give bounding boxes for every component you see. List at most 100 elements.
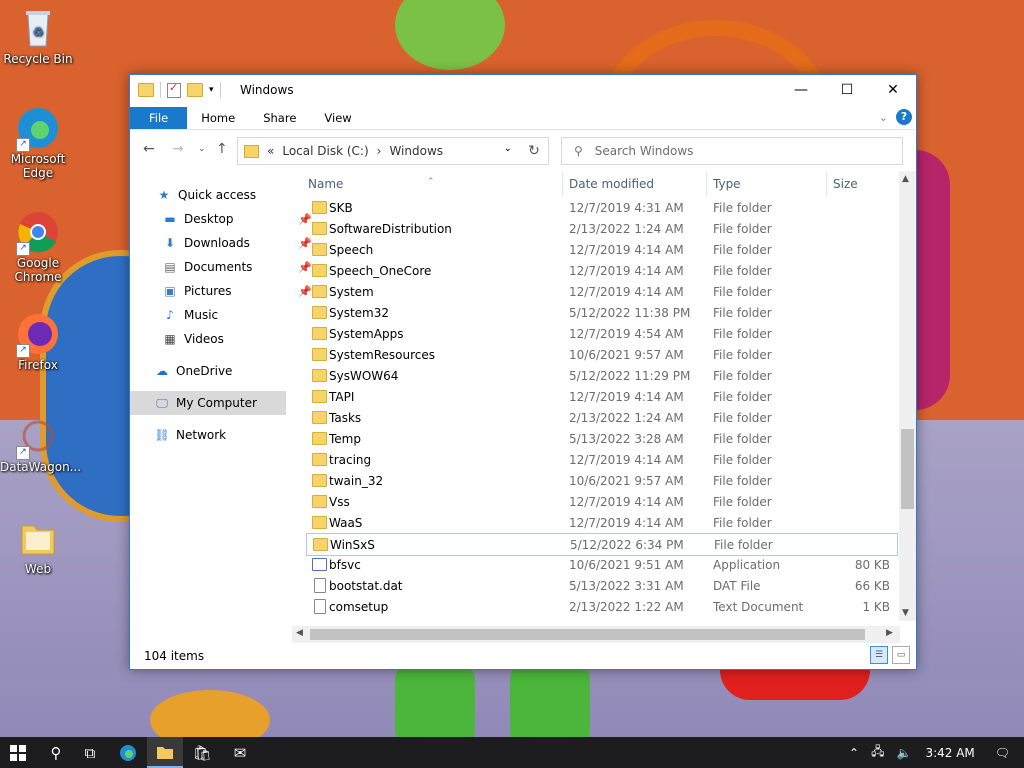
shortcut-arrow-icon: ↗: [16, 446, 30, 460]
folder-icon: [244, 144, 259, 158]
minimize-button[interactable]: —: [778, 75, 824, 105]
breadcrumb-local-disk[interactable]: Local Disk (C:): [282, 144, 368, 158]
table-row[interactable]: SystemApps 12/7/2019 4:54 AM File folder: [306, 323, 896, 344]
wallpaper-robot-head: [395, 0, 505, 70]
table-row[interactable]: Tasks 2/13/2022 1:24 AM File folder: [306, 407, 896, 428]
maximize-button[interactable]: ☐: [824, 75, 870, 105]
details-view-icon[interactable]: ☰: [870, 646, 888, 664]
scroll-right-icon[interactable]: ▶: [886, 628, 893, 638]
desktop-icon-chrome[interactable]: ↗ Google Chrome: [0, 210, 76, 284]
desktop-icon-recycle-bin[interactable]: ♻ Recycle Bin: [0, 6, 76, 66]
window-title: Windows: [240, 83, 294, 97]
table-row[interactable]: TAPI 12/7/2019 4:14 AM File folder: [306, 386, 896, 407]
nav-item-downloads[interactable]: ⬇ Downloads 📌: [130, 231, 318, 255]
vertical-scrollbar[interactable]: ▲ ▼: [899, 171, 916, 621]
up-arrow-icon[interactable]: ↑: [216, 141, 228, 157]
network-icon[interactable]: 🖧: [871, 742, 884, 763]
nav-item-desktop[interactable]: ▬ Desktop 📌: [130, 207, 318, 231]
horizontal-scrollbar[interactable]: ◀ ▶: [292, 626, 900, 643]
table-row[interactable]: System 12/7/2019 4:14 AM File folder: [306, 281, 896, 302]
search-icon[interactable]: ⚲: [38, 737, 74, 768]
notifications-icon[interactable]: 🗨: [995, 746, 1010, 760]
column-divider[interactable]: [562, 173, 563, 195]
window-controls: — ☐ ✕: [778, 75, 916, 105]
table-row[interactable]: SoftwareDistribution 2/13/2022 1:24 AM Fil…: [306, 218, 896, 239]
properties-icon[interactable]: [167, 81, 181, 98]
nav-item-quick-access[interactable]: ★ Quick access: [130, 183, 312, 207]
nav-item-my-computer[interactable]: 🖵 My Computer: [130, 391, 286, 415]
store-taskbar-icon[interactable]: 🛍: [184, 737, 220, 768]
table-row[interactable]: Vss 12/7/2019 4:14 AM File folder: [306, 491, 896, 512]
task-view-icon[interactable]: ⧉: [72, 737, 108, 768]
desktop-icon-edge[interactable]: ↗ Microsoft Edge: [0, 106, 76, 180]
tab-view[interactable]: View: [310, 107, 365, 129]
title-bar[interactable]: ▾ Windows — ☐ ✕: [130, 75, 916, 107]
mail-taskbar-icon[interactable]: ✉: [222, 737, 258, 768]
table-row[interactable]: Temp 5/13/2022 3:28 AM File folder: [306, 428, 896, 449]
close-button[interactable]: ✕: [870, 75, 916, 105]
scroll-thumb[interactable]: [901, 429, 914, 509]
scroll-left-icon[interactable]: ◀: [296, 628, 303, 638]
tab-share[interactable]: Share: [249, 107, 310, 129]
table-row[interactable]: SKB 12/7/2019 4:31 AM File folder: [306, 197, 896, 218]
column-divider[interactable]: [706, 173, 707, 195]
status-item-count: 104 items: [144, 649, 205, 663]
clock[interactable]: 3:42 AM: [925, 746, 974, 760]
scroll-thumb[interactable]: [310, 629, 865, 640]
volume-icon[interactable]: 🔈: [896, 746, 911, 760]
new-folder-icon[interactable]: [187, 83, 203, 97]
folder-icon: [312, 348, 327, 361]
column-type[interactable]: Type: [713, 177, 741, 191]
column-size[interactable]: Size: [833, 177, 858, 191]
column-name[interactable]: Name: [308, 177, 343, 191]
file-explorer-taskbar-icon[interactable]: [147, 737, 183, 768]
table-row[interactable]: System32 5/12/2022 11:38 PM File folder: [306, 302, 896, 323]
large-icons-view-icon[interactable]: ▭: [892, 646, 910, 664]
desktop-icon-web[interactable]: Web: [0, 516, 76, 576]
table-row[interactable]: twain_32 10/6/2021 9:57 AM File folder: [306, 470, 896, 491]
breadcrumb-windows[interactable]: Windows: [389, 144, 443, 158]
nav-item-pictures[interactable]: ▣ Pictures 📌: [130, 279, 318, 303]
help-icon[interactable]: ?: [896, 109, 912, 125]
column-divider[interactable]: [826, 173, 827, 195]
tab-home[interactable]: Home: [187, 107, 249, 129]
desktop-icon-firefox[interactable]: ↗ Firefox: [0, 312, 76, 372]
table-row[interactable]: tracing 12/7/2019 4:14 AM File folder: [306, 449, 896, 470]
edge-taskbar-icon[interactable]: [110, 737, 146, 768]
customize-toolbar-icon[interactable]: ▾: [209, 85, 214, 95]
table-row[interactable]: bfsvc 10/6/2021 9:51 AM Application 80 KB: [306, 554, 896, 575]
start-button[interactable]: [0, 737, 36, 768]
chrome-icon: ↗: [16, 210, 60, 256]
column-date-modified[interactable]: Date modified: [569, 177, 654, 191]
table-row[interactable]: WaaS 12/7/2019 4:14 AM File folder: [306, 512, 896, 533]
refresh-button[interactable]: ↻: [520, 137, 549, 165]
breadcrumb-separator[interactable]: ›: [377, 144, 382, 158]
scroll-down-icon[interactable]: ▼: [902, 608, 909, 618]
forward-arrow-icon[interactable]: →: [172, 141, 184, 157]
expand-ribbon-icon[interactable]: ⌄: [879, 111, 888, 124]
table-row[interactable]: bootstat.dat 5/13/2022 3:31 AM DAT File 66 …: [306, 575, 896, 596]
table-row[interactable]: SystemResources 10/6/2021 9:57 AM File fol…: [306, 344, 896, 365]
tab-file[interactable]: File: [130, 107, 188, 129]
table-row[interactable]: Speech 12/7/2019 4:14 AM File folder: [306, 239, 896, 260]
address-bar[interactable]: « Local Disk (C:) › Windows ⌄: [237, 137, 549, 165]
search-input[interactable]: ⚲ Search Windows: [561, 137, 903, 165]
scroll-up-icon[interactable]: ▲: [902, 174, 909, 184]
table-row[interactable]: Speech_OneCore 12/7/2019 4:14 AM File fold…: [306, 260, 896, 281]
nav-item-documents[interactable]: ▤ Documents 📌: [130, 255, 318, 279]
column-header: ⌃ Name Date modified Type Size: [292, 171, 898, 197]
table-row-selected[interactable]: WinSxS 5/12/2022 6:34 PM File folder: [306, 533, 898, 556]
nav-item-onedrive[interactable]: ☁ OneDrive: [130, 359, 310, 383]
nav-item-videos[interactable]: ▦ Videos: [130, 327, 318, 351]
back-arrow-icon[interactable]: ←: [143, 141, 155, 157]
recent-locations-icon[interactable]: ⌄: [198, 144, 206, 154]
desktop-icon-datawagon[interactable]: ↗ DataWagon...: [0, 414, 81, 474]
table-row[interactable]: SysWOW64 5/12/2022 11:29 PM File folder: [306, 365, 896, 386]
nav-item-music[interactable]: ♪ Music: [130, 303, 318, 327]
nav-item-network[interactable]: ⛓ Network: [130, 423, 310, 447]
table-row[interactable]: comsetup 2/13/2022 1:22 AM Text Document 1 …: [306, 596, 896, 617]
address-dropdown-icon[interactable]: ⌄: [504, 143, 512, 154]
breadcrumb-overflow[interactable]: «: [267, 144, 274, 158]
show-hidden-icons-icon[interactable]: ⌃: [849, 746, 859, 760]
folder-icon: [312, 222, 327, 235]
